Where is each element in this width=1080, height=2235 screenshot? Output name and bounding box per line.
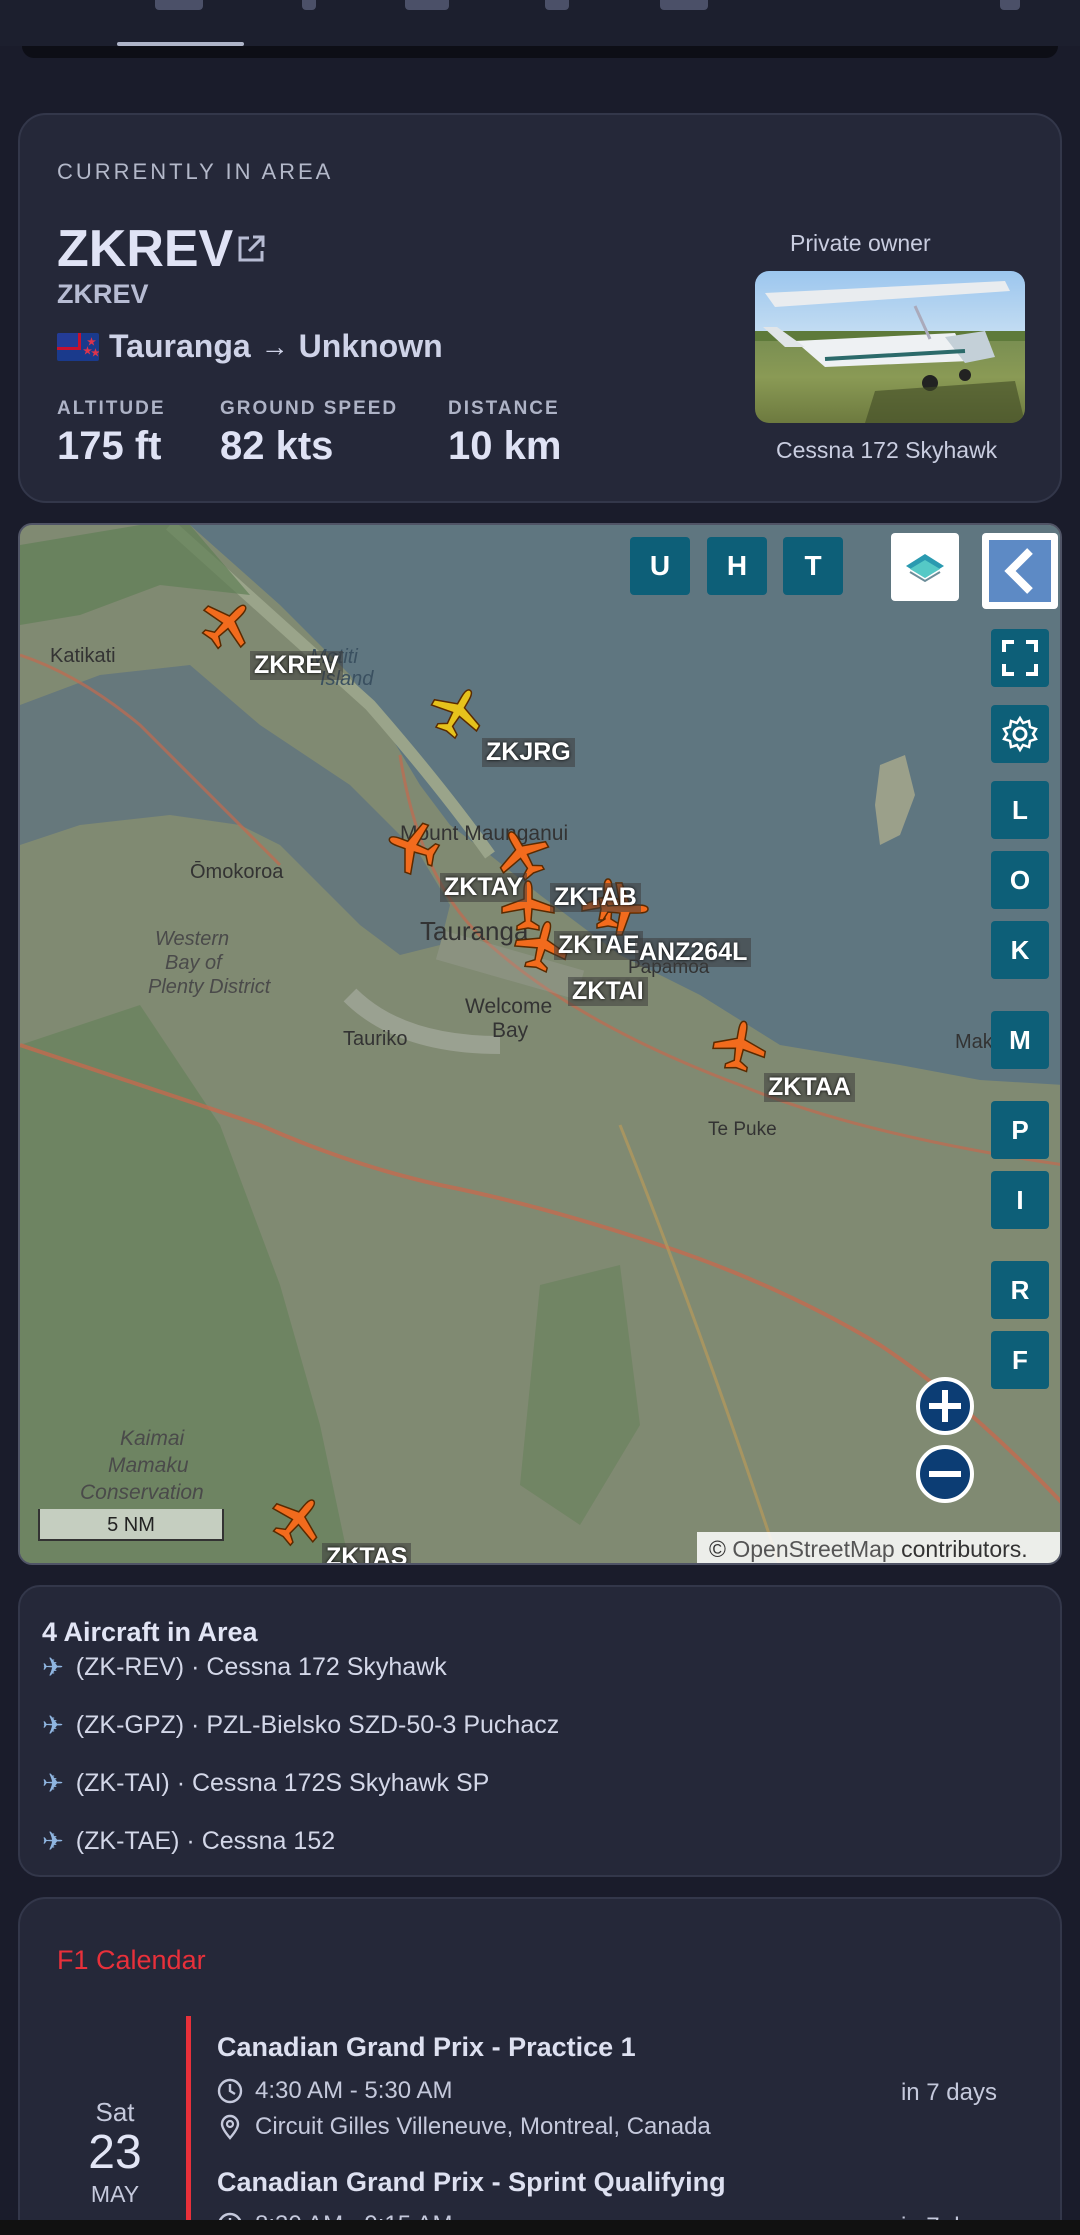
route: ★ ★ ★ Tauranga → Unknown <box>57 328 443 365</box>
event-title[interactable]: Canadian Grand Prix - Sprint Qualifying <box>217 2167 726 2198</box>
map-button-f[interactable]: F <box>991 1331 1049 1389</box>
collapse-panel-button[interactable] <box>982 533 1058 609</box>
list-item[interactable]: ✈ (ZK-TAI) · Cessna 172S Skyhawk SP <box>42 1768 489 1799</box>
altitude-label: ALTITUDE <box>57 398 166 419</box>
aircraft-label[interactable]: ZKTAB <box>550 883 641 912</box>
aircraft-label[interactable]: ZKTAS <box>322 1543 412 1563</box>
openstreetmap-link[interactable]: OpenStreetMap <box>732 1536 894 1562</box>
clock-icon <box>217 2078 243 2104</box>
ground-speed-value: 82 kts <box>220 424 334 468</box>
ground-speed-stat: GROUND SPEED 82 kts <box>220 398 398 469</box>
location-pin-icon <box>220 2114 240 2140</box>
new-zealand-flag-icon: ★ ★ ★ <box>57 332 99 361</box>
map-button-i[interactable]: I <box>991 1171 1049 1229</box>
distance-stat: DISTANCE 10 km <box>448 398 561 469</box>
distance-label: DISTANCE <box>448 398 560 419</box>
calendar-icon[interactable] <box>660 0 708 10</box>
aircraft-label[interactable]: ZKTAA <box>764 1073 855 1102</box>
origin: Tauranga <box>109 328 251 364</box>
external-link-icon[interactable] <box>235 233 267 265</box>
event-time: 4:30 AM - 5:30 AM <box>217 2077 452 2105</box>
aircraft-label[interactable]: ANZ264L <box>635 938 752 967</box>
aircraft-in-area-card: 4 Aircraft in Area ✈ (ZK-REV) · Cessna 1… <box>18 1585 1062 1877</box>
map-button-m[interactable]: M <box>991 1011 1049 1069</box>
layers-icon[interactable] <box>891 533 959 601</box>
previous-card-edge <box>22 46 1058 58</box>
list-icon[interactable] <box>405 0 449 10</box>
map-button-u[interactable]: U <box>630 537 690 595</box>
aircraft-photo[interactable] <box>755 271 1025 423</box>
top-navigation <box>0 0 1080 46</box>
aircraft-markers <box>191 586 771 1556</box>
list-item[interactable]: ✈ (ZK-TAE) · Cessna 152 <box>42 1826 335 1857</box>
map-button-l[interactable]: L <box>991 781 1049 839</box>
map-button-p[interactable]: P <box>991 1101 1049 1159</box>
aircraft-model: Cessna 172 Skyhawk <box>776 437 998 463</box>
airplane-icon: ✈ <box>42 1826 64 1856</box>
aircraft-marker-zktay[interactable] <box>379 813 446 881</box>
event-time-text: 4:30 AM - 5:30 AM <box>255 2077 453 2104</box>
callsign: ZKREV <box>57 220 234 278</box>
altitude-stat: ALTITUDE 175 ft <box>57 398 166 469</box>
zoom-out-button[interactable] <box>916 1445 974 1503</box>
f1-calendar-title: F1 Calendar <box>57 1945 206 1975</box>
event-month: MAY <box>90 2181 140 2207</box>
arrow-right-icon: → <box>260 330 289 362</box>
date-divider <box>186 2016 191 2235</box>
search-icon[interactable] <box>1000 0 1020 10</box>
event-title[interactable]: Canadian Grand Prix - Practice 1 <box>217 2032 636 2063</box>
aircraft-label[interactable]: ZKREV <box>250 651 343 680</box>
attribution-prefix: © <box>709 1536 733 1562</box>
aircraft-detail-card[interactable]: CURRENTLY IN AREA ZKREV ZKREV ★ ★ ★ Tauran… <box>18 113 1062 503</box>
destination: Unknown <box>298 328 443 364</box>
home-icon[interactable] <box>155 0 203 10</box>
event-weekday: Sat <box>95 2097 135 2127</box>
map-button-o[interactable]: O <box>991 851 1049 909</box>
gear-icon[interactable] <box>991 705 1049 763</box>
ground-speed-label: GROUND SPEED <box>220 398 399 419</box>
map-button-k[interactable]: K <box>991 921 1049 979</box>
map-scale: 5 NM <box>38 1509 224 1541</box>
aircraft-marker-zktaa[interactable] <box>709 1016 771 1075</box>
event-relative-time: in 7 days <box>900 2079 997 2106</box>
list-item-text: (ZK-REV) · Cessna 172 Skyhawk <box>75 1653 447 1681</box>
flight-map[interactable]: Katikati Motiti Island Mount Maunganui Ō… <box>18 523 1062 1565</box>
event-location-text: Circuit Gilles Villeneuve, Montreal, Can… <box>255 2113 711 2140</box>
list-item-text: (ZK-GPZ) · PZL-Bielsko SZD-50-3 Puchacz <box>75 1711 560 1739</box>
map-button-r[interactable]: R <box>991 1261 1049 1319</box>
map-button-h[interactable]: H <box>707 537 767 595</box>
section-label: CURRENTLY IN AREA <box>57 159 334 184</box>
distance-value: 10 km <box>448 424 562 468</box>
airplane-icon: ✈ <box>42 1768 64 1798</box>
event-location: Circuit Gilles Villeneuve, Montreal, Can… <box>217 2113 711 2141</box>
aircraft-label[interactable]: ZKJRG <box>482 738 575 767</box>
map-button-t[interactable]: T <box>783 537 843 595</box>
chevron-left-icon <box>989 540 1051 602</box>
aircraft-label[interactable]: ZKTAI <box>568 977 648 1006</box>
event-day: 23 <box>88 2126 142 2179</box>
flights-icon[interactable] <box>302 0 316 10</box>
airplane-icon: ✈ <box>42 1710 64 1740</box>
list-item[interactable]: ✈ (ZK-REV) · Cessna 172 Skyhawk <box>42 1652 447 1683</box>
owner-label: Private owner <box>790 230 931 256</box>
zoom-in-button[interactable] <box>916 1377 974 1435</box>
system-navigation-bar <box>0 2220 1080 2235</box>
f1-calendar-card: F1 Calendar Sat 23 MAY Canadian Grand Pr… <box>18 1897 1062 2235</box>
list-item-text: (ZK-TAI) · Cessna 172S Skyhawk SP <box>75 1769 490 1797</box>
aircraft-label[interactable]: ZKTAE <box>554 931 644 960</box>
person-icon[interactable] <box>545 0 569 10</box>
aircraft-label[interactable]: ZKTAY <box>440 873 528 902</box>
area-title: 4 Aircraft in Area <box>42 1617 258 1647</box>
aircraft-marker-zkrev[interactable] <box>191 586 265 660</box>
list-item-text: (ZK-TAE) · Cessna 152 <box>75 1827 336 1855</box>
airplane-icon: ✈ <box>42 1652 64 1682</box>
attribution-suffix: contributors. <box>894 1536 1028 1562</box>
altitude-value: 175 ft <box>57 424 162 468</box>
aircraft-marker-zkjrg[interactable] <box>422 676 494 747</box>
list-item[interactable]: ✈ (ZK-GPZ) · PZL-Bielsko SZD-50-3 Puchac… <box>42 1710 559 1741</box>
registration: ZKREV <box>57 279 149 309</box>
map-attribution: © OpenStreetMap contributors. <box>697 1532 1060 1563</box>
fullscreen-icon[interactable] <box>991 629 1049 687</box>
